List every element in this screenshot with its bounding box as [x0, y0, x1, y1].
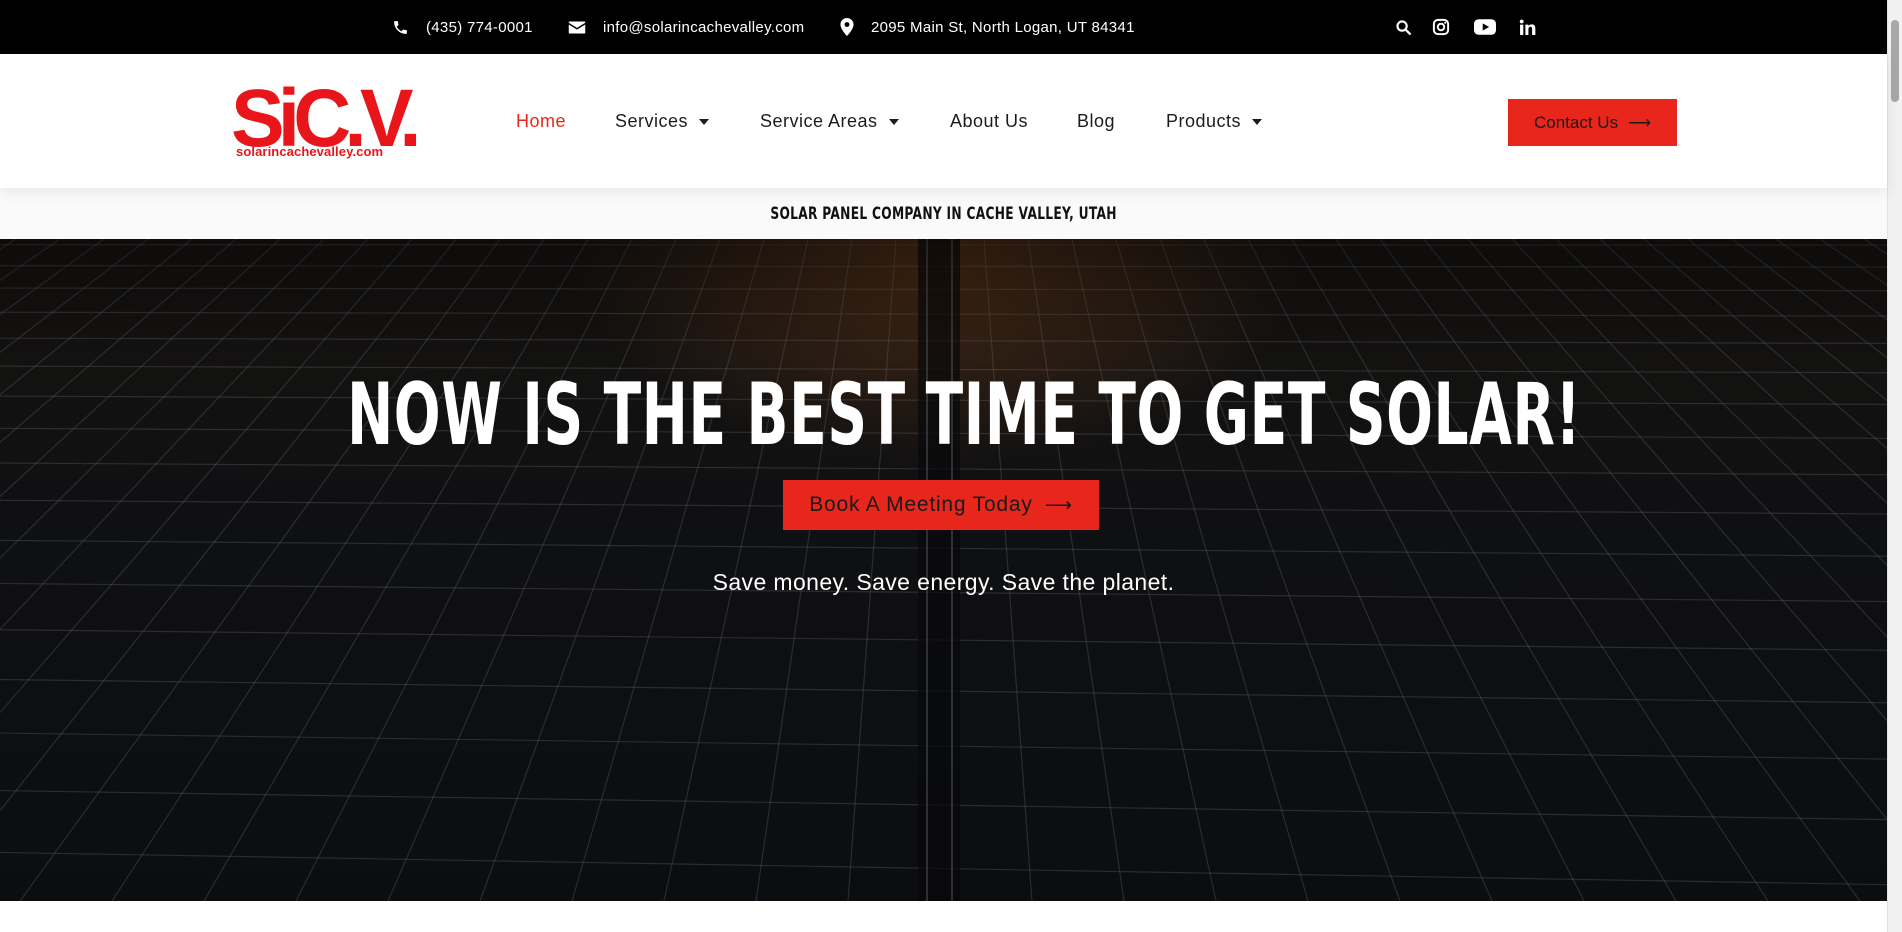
nav-services-label: Services — [615, 111, 689, 131]
nav-products[interactable]: Products — [1166, 111, 1263, 132]
nav-blog[interactable]: Blog — [1077, 111, 1115, 132]
book-meeting-label: Book A Meeting Today — [809, 493, 1033, 516]
phone-number: (435) 774-0001 — [426, 18, 533, 36]
scrollbar-thumb[interactable] — [1891, 20, 1899, 102]
address-contact[interactable]: 2095 Main St, North Logan, UT 84341 — [840, 0, 1135, 54]
tagline-strip: SOLAR PANEL COMPANY IN CACHE VALLEY, UTA… — [0, 188, 1887, 239]
book-meeting-button[interactable]: Book A Meeting Today ⟶ — [783, 480, 1099, 530]
arrow-right-icon: ⟶ — [1628, 114, 1652, 132]
chevron-down-icon — [1252, 118, 1263, 125]
contact-us-button[interactable]: Contact Us ⟶ — [1508, 99, 1677, 146]
phone-icon — [394, 20, 407, 34]
chevron-down-icon — [699, 118, 710, 125]
youtube-icon[interactable] — [1473, 17, 1497, 37]
hero-section: NOW IS THE BEST TIME TO GET SOLAR! Book … — [0, 239, 1887, 901]
search-icon[interactable] — [1393, 17, 1413, 37]
hero-subtitle: Save money. Save energy. Save the planet… — [712, 569, 1175, 595]
hero-title: NOW IS THE BEST TIME TO GET SOLAR! — [0, 367, 1887, 463]
logo-url: solarincachevalley.com — [236, 144, 384, 159]
page-scrollbar[interactable] — [1887, 0, 1902, 932]
nav-service-areas[interactable]: Service Areas — [760, 111, 899, 132]
nav-home-label: Home — [516, 111, 567, 131]
linkedin-icon[interactable] — [1517, 17, 1537, 37]
nav-blog-label: Blog — [1077, 111, 1116, 131]
email-address: info@solarincachevalley.com — [603, 18, 805, 36]
address-text: 2095 Main St, North Logan, UT 84341 — [871, 18, 1135, 36]
top-contact-bar: (435) 774-0001 info@solarincachevalley.c… — [0, 0, 1887, 54]
nav-services[interactable]: Services — [615, 111, 710, 132]
nav-service-areas-label: Service Areas — [760, 111, 878, 131]
map-pin-icon — [840, 18, 854, 36]
nav-home[interactable]: Home — [516, 111, 566, 132]
envelope-icon — [568, 21, 586, 33]
nav-products-label: Products — [1166, 111, 1242, 131]
site-logo[interactable]: SiC.V. solarincachevalley.com — [231, 78, 422, 164]
phone-contact[interactable]: (435) 774-0001 — [392, 0, 533, 54]
arrow-right-icon: ⟶ — [1044, 494, 1073, 516]
site-header: SiC.V. solarincachevalley.com Home Servi… — [0, 54, 1887, 188]
instagram-icon[interactable] — [1431, 17, 1451, 37]
contact-us-label: Contact Us — [1533, 112, 1619, 132]
chevron-down-icon — [888, 118, 899, 125]
nav-about-us-label: About Us — [950, 111, 1029, 131]
tagline-text: SOLAR PANEL COMPANY IN CACHE VALLEY, UTA… — [770, 203, 1117, 224]
hero-title-text: NOW IS THE BEST TIME TO GET SOLAR! — [347, 365, 1582, 465]
email-contact[interactable]: info@solarincachevalley.com — [568, 0, 804, 54]
nav-about-us[interactable]: About Us — [950, 111, 1028, 132]
